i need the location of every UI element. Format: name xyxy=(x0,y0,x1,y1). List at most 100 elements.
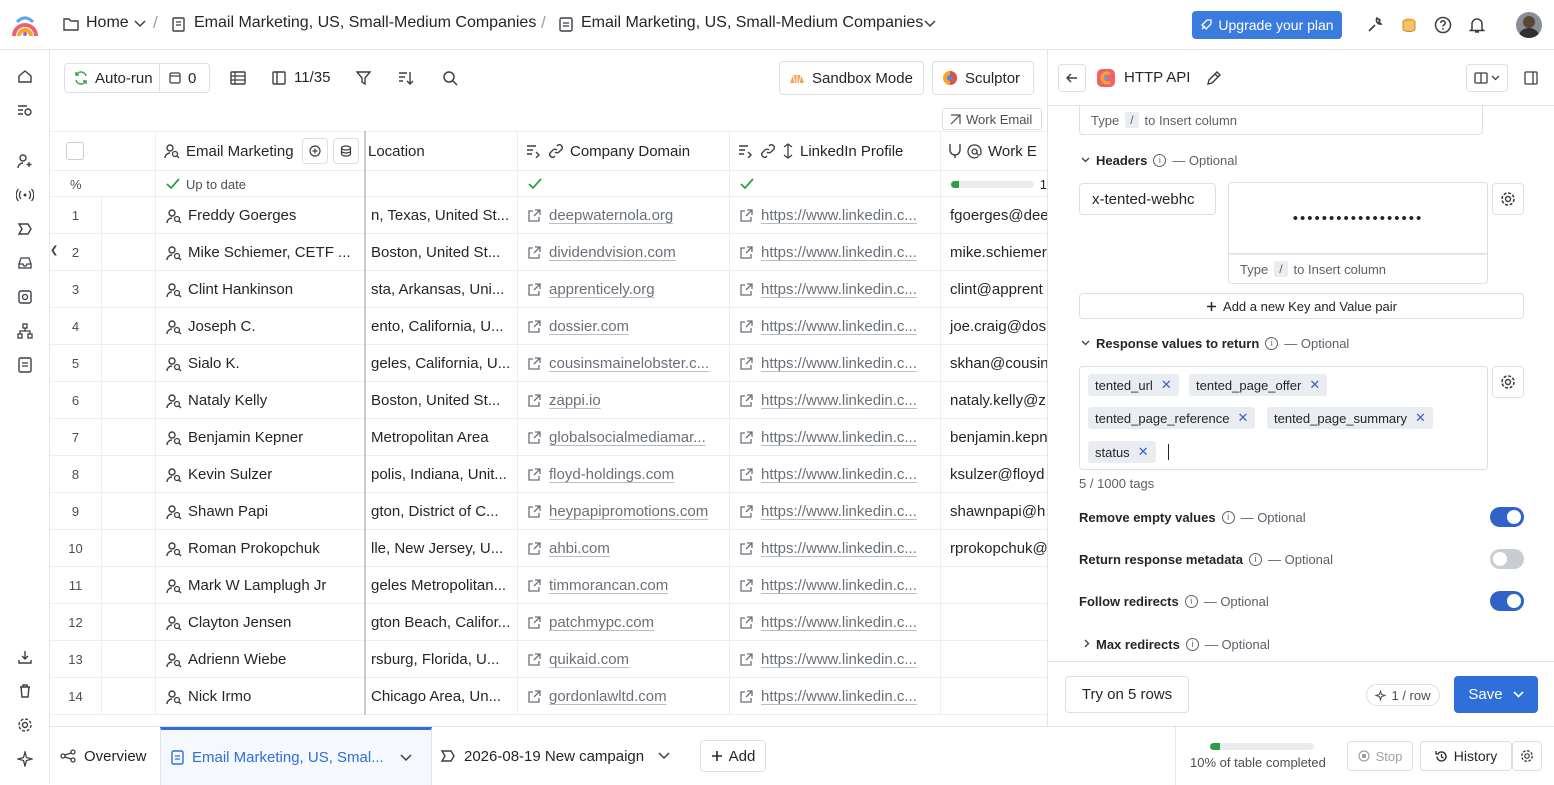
domain-link[interactable]: cousinsmainelobster.c... xyxy=(549,355,709,372)
remove-tag-icon[interactable]: ✕ xyxy=(1138,444,1149,460)
name-cell[interactable]: Nataly Kelly xyxy=(156,382,366,419)
signal-icon[interactable] xyxy=(15,185,35,205)
chevron-down-icon[interactable] xyxy=(924,20,936,28)
max-redirects-row[interactable]: Max redirects i — Optional xyxy=(1096,637,1270,652)
scroll-arrow[interactable]: ❮ xyxy=(50,245,58,256)
remove-tag-icon[interactable]: ✕ xyxy=(1237,410,1248,426)
domain-link[interactable]: timmorancan.com xyxy=(549,577,668,594)
response-settings-button[interactable] xyxy=(1492,366,1524,398)
inbox-icon[interactable] xyxy=(15,253,35,273)
work-email-cell[interactable]: ksulzer@floyd xyxy=(941,456,1047,493)
columns-count[interactable]: 11/35 xyxy=(294,69,330,86)
column-header-location[interactable]: Location xyxy=(366,131,518,171)
back-button[interactable] xyxy=(1058,64,1086,92)
search-icon[interactable] xyxy=(442,70,458,86)
linkedin-cell[interactable]: https://www.linkedin.c... xyxy=(730,567,941,604)
remove-tag-icon[interactable]: ✕ xyxy=(1415,410,1426,426)
database-icon[interactable] xyxy=(333,138,359,164)
table-row[interactable]: 3 Clint Hankinson sta, Arkansas, Uni... app… xyxy=(50,271,1047,308)
sculptor-button[interactable]: Sculptor xyxy=(932,61,1034,95)
column-header-company-domain[interactable]: Company Domain xyxy=(518,131,730,171)
save-button[interactable]: Save xyxy=(1454,676,1538,713)
table-row[interactable]: 4 Joseph C. ento, California, U... dossier.… xyxy=(50,308,1047,345)
linkedin-link[interactable]: https://www.linkedin.c... xyxy=(761,244,917,261)
domain-cell[interactable]: cousinsmainelobster.c... xyxy=(518,345,730,382)
location-cell[interactable]: sta, Arkansas, Uni... xyxy=(366,271,518,308)
domain-link[interactable]: deepwaternola.org xyxy=(549,207,673,224)
header-value-input[interactable]: •••••••••••••••••• xyxy=(1228,182,1488,254)
tag-chip[interactable]: status ✕ xyxy=(1088,441,1156,463)
domain-cell[interactable]: deepwaternola.org xyxy=(518,197,730,234)
location-cell[interactable]: gton Beach, Califor... xyxy=(366,604,518,641)
linkedin-cell[interactable]: https://www.linkedin.c... xyxy=(730,308,941,345)
domain-link[interactable]: dossier.com xyxy=(549,318,629,335)
work-email-cell[interactable]: shawnpapi@h xyxy=(941,493,1047,530)
work-email-column-chip[interactable]: Work Email xyxy=(942,108,1042,130)
campaign-tab[interactable]: 2026-08-19 New campaign xyxy=(440,727,670,785)
linkedin-cell[interactable]: https://www.linkedin.c... xyxy=(730,530,941,567)
return-metadata-toggle[interactable] xyxy=(1490,549,1524,569)
work-email-cell[interactable] xyxy=(941,604,1047,641)
domain-link[interactable]: quikaid.com xyxy=(549,651,629,668)
work-email-cell[interactable]: rprokopchuk@ xyxy=(941,530,1047,567)
linkedin-link[interactable]: https://www.linkedin.c... xyxy=(761,540,917,557)
domain-link[interactable]: gordonlawltd.com xyxy=(549,688,667,705)
work-email-cell[interactable]: joe.craig@dos xyxy=(941,308,1047,345)
pencil-icon[interactable] xyxy=(1206,70,1222,86)
work-email-cell[interactable] xyxy=(941,641,1047,678)
stop-button[interactable]: Stop xyxy=(1347,741,1413,771)
location-cell[interactable]: polis, Indiana, Unit... xyxy=(366,456,518,493)
work-email-cell[interactable]: mike.schiemer xyxy=(941,234,1047,271)
linkedin-cell[interactable]: https://www.linkedin.c... xyxy=(730,604,941,641)
location-cell[interactable]: lle, New Jersey, U... xyxy=(366,530,518,567)
active-table-tab[interactable]: Email Marketing, US, Smal... xyxy=(160,727,432,785)
select-all-checkbox[interactable] xyxy=(66,142,84,160)
linkedin-cell[interactable]: https://www.linkedin.c... xyxy=(730,419,941,456)
domain-cell[interactable]: apprenticely.org xyxy=(518,271,730,308)
linkedin-link[interactable]: https://www.linkedin.c... xyxy=(761,207,917,224)
table-row[interactable]: 11 Mark W Lamplugh Jr geles Metropolitan..… xyxy=(50,567,1047,604)
domain-link[interactable]: ahbi.com xyxy=(549,540,610,557)
header-settings-button[interactable] xyxy=(1492,183,1524,215)
sparkle-people-icon[interactable] xyxy=(15,151,35,171)
column-header-linkedin-profile[interactable]: LinkedIn Profile xyxy=(730,131,941,171)
work-email-cell[interactable] xyxy=(941,567,1047,604)
app-logo-icon[interactable] xyxy=(11,12,39,38)
domain-cell[interactable]: patchmypc.com xyxy=(518,604,730,641)
linkedin-cell[interactable]: https://www.linkedin.c... xyxy=(730,234,941,271)
domain-cell[interactable]: gordonlawltd.com xyxy=(518,678,730,715)
wrench-icon[interactable] xyxy=(1366,16,1384,34)
domain-cell[interactable]: dividendvision.com xyxy=(518,234,730,271)
response-section-label[interactable]: Response values to return i — Optional xyxy=(1096,336,1349,351)
gear-icon[interactable] xyxy=(15,715,35,735)
send-icon[interactable] xyxy=(15,219,35,239)
linkedin-link[interactable]: https://www.linkedin.c... xyxy=(761,577,917,594)
sort-icon[interactable] xyxy=(398,71,414,85)
tag-chip[interactable]: tented_url ✕ xyxy=(1088,374,1179,396)
breadcrumb-table[interactable]: Email Marketing, US, Small-Medium Compan… xyxy=(581,14,923,32)
location-cell[interactable]: rsburg, Florida, U... xyxy=(366,641,518,678)
table-row[interactable]: 10 Roman Prokopchuk lle, New Jersey, U... a… xyxy=(50,530,1047,567)
work-email-cell[interactable]: skhan@cousin xyxy=(941,345,1047,382)
work-email-cell[interactable]: clint@apprent xyxy=(941,271,1047,308)
domain-cell[interactable]: heypapipromotions.com xyxy=(518,493,730,530)
linkedin-cell[interactable]: https://www.linkedin.c... xyxy=(730,678,941,715)
domain-cell[interactable]: ahbi.com xyxy=(518,530,730,567)
location-cell[interactable]: Boston, United St... xyxy=(366,382,518,419)
help-icon[interactable] xyxy=(1434,16,1452,34)
name-cell[interactable]: Mike Schiemer, CETF ... xyxy=(156,234,366,271)
linkedin-cell[interactable]: https://www.linkedin.c... xyxy=(730,493,941,530)
chevron-right-icon[interactable] xyxy=(1084,639,1090,648)
location-cell[interactable]: geles Metropolitan... xyxy=(366,567,518,604)
add-tab-button[interactable]: Add xyxy=(700,740,766,772)
table-icon[interactable] xyxy=(15,355,35,375)
try-rows-button[interactable]: Try on 5 rows xyxy=(1065,676,1189,713)
add-column-icon[interactable] xyxy=(302,138,328,164)
name-cell[interactable]: Kevin Sulzer xyxy=(156,456,366,493)
linkedin-cell[interactable]: https://www.linkedin.c... xyxy=(730,271,941,308)
home-icon[interactable] xyxy=(15,66,35,86)
domain-cell[interactable]: quikaid.com xyxy=(518,641,730,678)
trash-icon[interactable] xyxy=(15,681,35,701)
location-cell[interactable]: geles, California, U... xyxy=(366,345,518,382)
domain-cell[interactable]: globalsocialmediamar... xyxy=(518,419,730,456)
